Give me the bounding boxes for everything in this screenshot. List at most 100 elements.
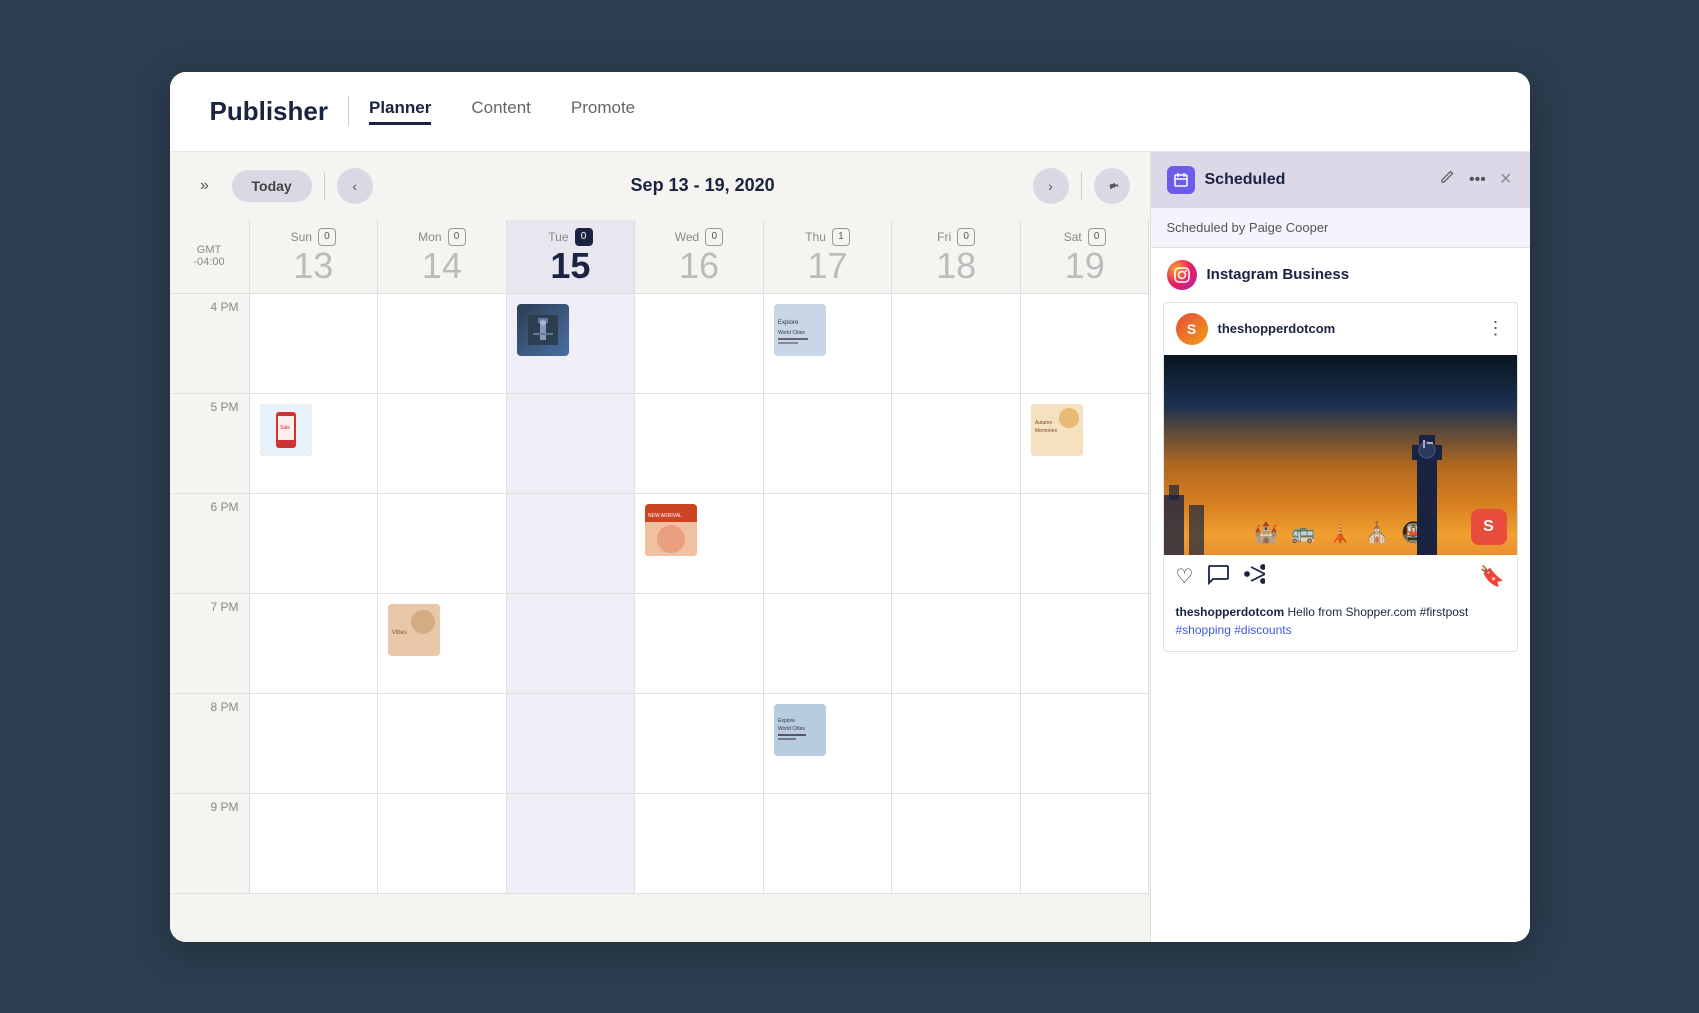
collapse-button[interactable]: » [190, 171, 220, 201]
ig-post-card: S theshopperdotcom ⋮ [1163, 302, 1518, 652]
close-button[interactable]: × [1498, 166, 1514, 193]
day-badge-sun: 0 [318, 228, 336, 246]
tab-promote[interactable]: Promote [571, 98, 635, 125]
cell-wed-8pm [635, 694, 764, 793]
time-label-8pm: 8 PM [170, 694, 250, 793]
post-phone[interactable]: Sale [260, 404, 312, 456]
ig-account-header: Instagram Business [1151, 248, 1530, 302]
ig-more-button[interactable]: ⋮ [1487, 318, 1505, 339]
settings-button[interactable] [1094, 168, 1130, 204]
post-explore[interactable]: Explore World Cities [774, 304, 826, 356]
panel-header: Scheduled ••• × [1151, 152, 1530, 208]
time-label-7pm: 7 PM [170, 594, 250, 693]
cell-thu-8pm: Explore World Cities [764, 694, 893, 793]
cell-sat-9pm [1021, 794, 1150, 893]
svg-text:World Cities: World Cities [778, 330, 805, 336]
cell-fri-8pm [892, 694, 1021, 793]
today-button[interactable]: Today [232, 170, 312, 202]
cell-thu-4pm: Explore World Cities [764, 294, 893, 393]
tab-content[interactable]: Content [471, 98, 531, 125]
scheduled-icon [1167, 166, 1195, 194]
day-badge-tue: 0 [575, 228, 593, 246]
date-range-label: Sep 13 - 19, 2020 [385, 175, 1021, 196]
toolbar-divider-2 [1081, 172, 1082, 200]
day-number-sat: 19 [1065, 246, 1105, 286]
cell-sat-7pm [1021, 594, 1150, 693]
day-header-wed: Wed 0 16 [635, 220, 764, 294]
post-london[interactable] [517, 304, 569, 356]
day-badge-mon: 0 [448, 228, 466, 246]
next-week-button[interactable]: › [1033, 168, 1069, 204]
edit-button[interactable] [1437, 167, 1457, 192]
ig-post-actions: ♡ [1164, 555, 1517, 599]
cell-sat-5pm: Autumn Memories [1021, 394, 1150, 493]
post-newarrival[interactable]: NEW ARRIVAL [645, 504, 697, 556]
time-row-6pm: 6 PM NEW ARRIVAL [170, 494, 1150, 594]
cell-mon-4pm [378, 294, 507, 393]
time-label-5pm: 5 PM [170, 394, 250, 493]
svg-text:Explore: Explore [778, 718, 795, 724]
cell-tue-4pm [507, 294, 636, 393]
time-row-8pm: 8 PM Explore World Cities [170, 694, 1150, 794]
ig-post-header: S theshopperdotcom ⋮ [1164, 303, 1517, 355]
share-button[interactable] [1243, 563, 1265, 591]
comment-button[interactable] [1207, 563, 1229, 591]
post-vibes[interactable]: Vibes [388, 604, 440, 656]
cell-sat-6pm [1021, 494, 1150, 593]
cell-thu-5pm [764, 394, 893, 493]
side-panel: Scheduled ••• × Scheduled by Paige Coope… [1150, 152, 1530, 942]
cell-fri-7pm [892, 594, 1021, 693]
day-number-thu: 17 [808, 246, 848, 286]
calendar-header-row: GMT -04:00 Sun 0 13 Mon [170, 220, 1150, 295]
cell-tue-7pm [507, 594, 636, 693]
svg-text:Explore: Explore [778, 320, 799, 326]
cell-tue-5pm [507, 394, 636, 493]
ig-caption-text: Hello from Shopper.com #firstpost [1288, 605, 1469, 619]
tab-planner[interactable]: Planner [369, 98, 431, 125]
time-label-4pm: 4 PM [170, 294, 250, 393]
cell-sun-6pm [250, 494, 379, 593]
header-divider [348, 96, 349, 126]
cell-thu-9pm [764, 794, 893, 893]
cell-mon-6pm [378, 494, 507, 593]
ig-hashtags: #shopping #discounts [1176, 623, 1292, 637]
day-number-mon: 14 [422, 246, 462, 286]
svg-text:Sale: Sale [280, 425, 290, 431]
cell-wed-7pm [635, 594, 764, 693]
cell-tue-8pm [507, 694, 636, 793]
day-number-tue: 15 [550, 246, 590, 286]
post-memories[interactable]: Autumn Memories [1031, 404, 1083, 456]
ig-post-image: 🏰 🚌 🗼 ⛪ 🚇 S [1164, 355, 1517, 555]
cell-sun-9pm [250, 794, 379, 893]
bookmark-button[interactable]: 🔖 [1480, 564, 1505, 589]
prev-week-button[interactable]: ‹ [337, 168, 373, 204]
cell-fri-5pm [892, 394, 1021, 493]
day-badge-sat: 0 [1088, 228, 1106, 246]
cell-wed-6pm: NEW ARRIVAL [635, 494, 764, 593]
day-header-mon: Mon 0 14 [378, 220, 507, 294]
day-header-fri: Fri 0 18 [892, 220, 1021, 294]
avatar: S [1176, 313, 1208, 345]
cell-mon-5pm [378, 394, 507, 493]
day-header-sun: Sun 0 13 [250, 220, 379, 294]
time-row-7pm: 7 PM Vibes [170, 594, 1150, 694]
time-label-6pm: 6 PM [170, 494, 250, 593]
svg-text:World Cities: World Cities [778, 726, 805, 732]
panel-actions: ••• × [1437, 166, 1514, 193]
time-label-9pm: 9 PM [170, 794, 250, 893]
ig-caption: theshopperdotcom Hello from Shopper.com … [1164, 599, 1517, 651]
cell-sat-4pm [1021, 294, 1150, 393]
post-explore2[interactable]: Explore World Cities [774, 704, 826, 756]
cell-mon-7pm: Vibes [378, 594, 507, 693]
cell-sun-7pm [250, 594, 379, 693]
ig-caption-username: theshopperdotcom [1176, 605, 1285, 619]
more-options-button[interactable]: ••• [1467, 169, 1488, 191]
cell-fri-9pm [892, 794, 1021, 893]
cell-sun-5pm: Sale [250, 394, 379, 493]
cell-tue-9pm [507, 794, 636, 893]
svg-text:Autumn: Autumn [1035, 420, 1052, 426]
like-button[interactable]: ♡ [1176, 564, 1194, 589]
day-number-fri: 18 [936, 246, 976, 286]
gmt-cell: GMT -04:00 [170, 220, 250, 294]
svg-text:Vibes: Vibes [392, 630, 407, 636]
